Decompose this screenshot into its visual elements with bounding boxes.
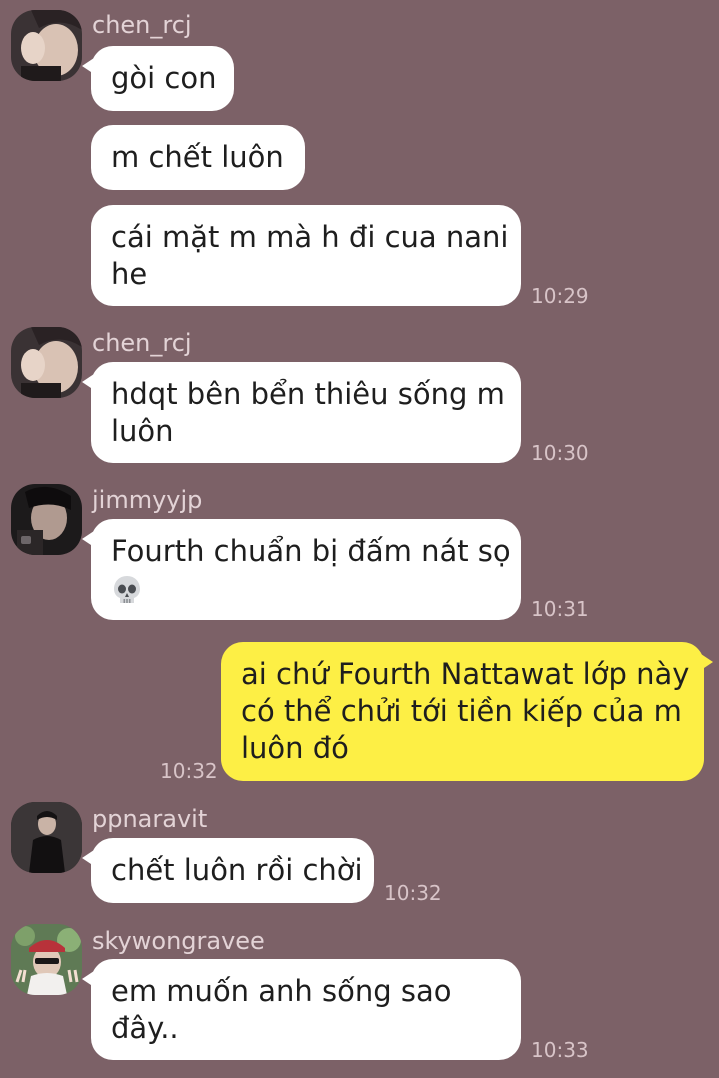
message-time: 10:32 <box>160 759 218 783</box>
avatar-skywongravee[interactable] <box>11 924 82 995</box>
skull-emoji-icon <box>114 575 140 603</box>
message-time: 10:30 <box>531 441 589 465</box>
message-time: 10:33 <box>531 1038 589 1062</box>
sender-name: chen_rcj <box>92 329 192 357</box>
message-bubble[interactable]: Fourth chuẩn bị đấm nát sọ <box>82 519 521 620</box>
sender-name: chen_rcj <box>92 11 192 39</box>
message-bubble[interactable]: hdqt bên bển thiêu sống m luôn <box>82 362 521 463</box>
avatar-chen-rcj[interactable] <box>11 10 82 81</box>
sender-name: skywongravee <box>92 927 265 955</box>
message-time: 10:31 <box>531 597 589 621</box>
sender-name: ppnaravit <box>92 805 208 833</box>
message-bubble[interactable]: chết luôn rồi chời <box>82 838 374 903</box>
message-bubble[interactable]: cái mặt m mà h đi cua nani he <box>91 205 521 306</box>
avatar-chen-rcj[interactable] <box>11 327 82 398</box>
chat-view: chen_rcj gòi con m chết luôn cái mặt m m… <box>0 0 719 1078</box>
sender-name: jimmyyjp <box>92 486 203 514</box>
message-bubble[interactable]: gòi con <box>82 46 234 111</box>
message-bubble[interactable]: m chết luôn <box>91 125 305 190</box>
outgoing-message-bubble[interactable]: ai chứ Fourth Nattawat lớp này có thể ch… <box>221 642 713 781</box>
message-time: 10:29 <box>531 284 589 308</box>
message-bubble[interactable]: em muốn anh sống sao đây.. <box>82 959 521 1060</box>
avatar-ppnaravit[interactable] <box>11 802 82 873</box>
message-time: 10:32 <box>384 881 442 905</box>
avatar-jimmyyjp[interactable] <box>11 484 82 555</box>
